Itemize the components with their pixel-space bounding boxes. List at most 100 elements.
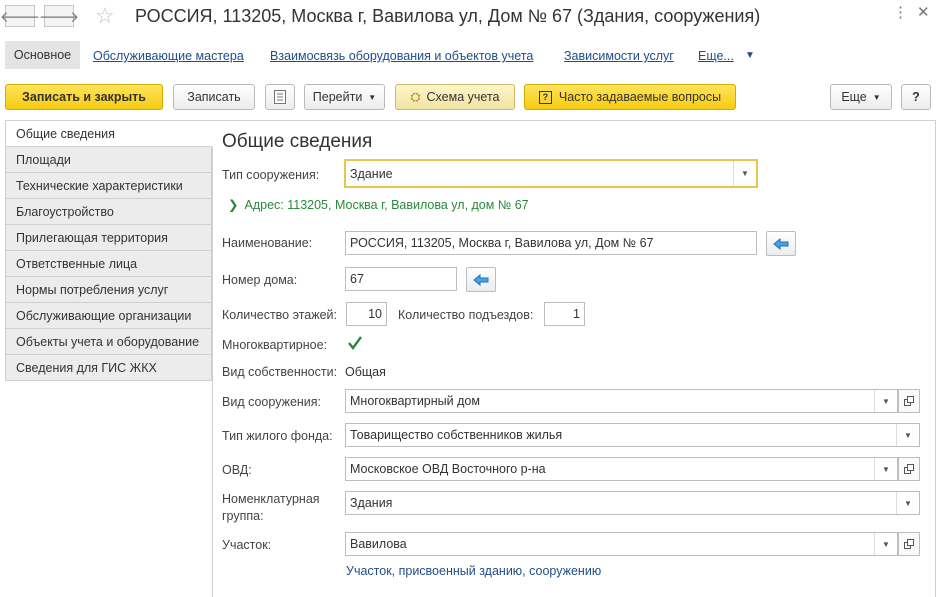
star-icon[interactable]: ☆ (95, 3, 115, 29)
sidebar-item-territory[interactable]: Прилегающая территория (5, 225, 212, 251)
arrow-left-blue-icon (473, 273, 489, 286)
sidebar-item-improvement[interactable]: Благоустройство (5, 199, 212, 225)
save-button[interactable]: Записать (173, 84, 255, 110)
save-close-button[interactable]: Записать и закрыть (5, 84, 163, 110)
plot-link[interactable]: Участок, присвоенный зданию, сооружению (346, 564, 601, 578)
section-tabs: Основное Обслуживающие мастера Взаимосвя… (0, 38, 941, 72)
sidebar-item-organizations[interactable]: Обслуживающие организации (5, 303, 212, 329)
open-icon (904, 464, 914, 474)
list-icon (274, 90, 286, 104)
sidebar-item-gis[interactable]: Сведения для ГИС ЖКХ (5, 355, 212, 381)
open-kind-button[interactable] (898, 389, 920, 413)
tab-dependencies[interactable]: Зависимости услуг (564, 49, 674, 63)
open-icon (904, 396, 914, 406)
sidebar-item-areas[interactable]: Площади (5, 147, 212, 173)
kind-label: Вид сооружения: (222, 395, 322, 409)
scheme-button[interactable]: ⛭ Схема учета (395, 84, 515, 110)
chevron-right-icon: ❯ (228, 198, 239, 212)
name-label: Наименование: (222, 236, 313, 250)
plot-select[interactable]: Вавилова ▼ (345, 532, 898, 556)
open-ovd-button[interactable] (898, 457, 920, 481)
structure-type-select[interactable]: Здание ▼ (344, 159, 758, 188)
content-border-right (935, 120, 936, 597)
nomen-select[interactable]: Здания ▼ (345, 491, 920, 515)
address-text: Адрес: 113205, Москва г, Вавилова ул, до… (244, 198, 529, 212)
dropdown-icon[interactable]: ▼ (733, 161, 756, 186)
window-title: РОССИЯ, 113205, Москва г, Вавилова ул, Д… (135, 6, 761, 26)
open-plot-button[interactable] (898, 532, 920, 556)
sidebar-item-tech[interactable]: Технические характеристики (5, 173, 212, 199)
entrances-label: Количество подъездов: (398, 308, 534, 322)
tab-masters[interactable]: Обслуживающие мастера (93, 49, 244, 63)
more-label: Еще (841, 90, 867, 104)
nomen-label-1: Номенклатурная (222, 492, 320, 506)
content-border-left (212, 147, 213, 597)
ownership-value: Общая (345, 365, 386, 379)
floors-input[interactable]: 10 (346, 302, 387, 326)
ownership-label: Вид собственности: (222, 365, 338, 379)
help-button[interactable]: ? (901, 84, 931, 110)
name-input[interactable]: РОССИЯ, 113205, Москва г, Вавилова ул, Д… (345, 231, 757, 255)
faq-label: Часто задаваемые вопросы (558, 90, 722, 104)
checkmark-icon (348, 336, 362, 350)
sidebar-item-equipment[interactable]: Объекты учета и оборудование (5, 329, 212, 355)
back-button[interactable]: 🡐 (0, 5, 40, 27)
structure-type-value: Здание (350, 166, 393, 181)
scheme-icon: ⛭ (410, 89, 421, 104)
plot-label: Участок: (222, 538, 272, 552)
sidebar-item-general[interactable]: Общие сведения (5, 120, 212, 147)
sidebar-item-norms[interactable]: Нормы потребления услуг (5, 277, 212, 303)
kebab-icon[interactable]: ⋮ (893, 3, 908, 21)
caret-down-icon: ▼ (872, 92, 881, 102)
scheme-label: Схема учета (426, 90, 500, 104)
arrow-left-blue-icon (773, 237, 789, 250)
apartment-label: Многоквартирное: (222, 338, 328, 352)
apartment-checkbox[interactable] (346, 334, 364, 352)
tab-relations[interactable]: Взаимосвязь оборудования и объектов учет… (270, 49, 533, 63)
floors-value: 10 (368, 307, 382, 321)
question-icon: ? (538, 90, 552, 104)
goto-button[interactable]: Перейти ▼ (304, 84, 385, 110)
kind-select[interactable]: Многоквартирный дом ▼ (345, 389, 898, 413)
faq-button[interactable]: ? Часто задаваемые вопросы (524, 84, 736, 110)
goto-label: Перейти (312, 90, 363, 104)
dropdown-icon[interactable]: ▼ (874, 390, 897, 412)
arrow-right-icon: 🡒 (38, 8, 80, 26)
ovd-value: Московское ОВД Восточного р-на (350, 462, 546, 476)
tab-main[interactable]: Основное (5, 41, 80, 69)
structure-type-label: Тип сооружения: (222, 168, 320, 182)
house-label: Номер дома: (222, 273, 298, 287)
open-icon (904, 539, 914, 549)
content-border-top (212, 120, 936, 121)
chevron-down-icon[interactable]: ▼ (745, 50, 755, 61)
dropdown-icon[interactable]: ▼ (896, 424, 919, 446)
ovd-label: ОВД: (222, 463, 252, 477)
fill-house-button[interactable] (466, 267, 496, 292)
more-button[interactable]: Еще ▼ (830, 84, 892, 110)
fund-value: Товарищество собственников жилья (350, 428, 563, 442)
floors-label: Количество этажей: (222, 308, 338, 322)
forward-button[interactable]: 🡒 (39, 5, 79, 27)
dropdown-icon[interactable]: ▼ (874, 458, 897, 480)
entrances-input[interactable]: 1 (544, 302, 585, 326)
tab-more[interactable]: Еще... (698, 49, 734, 63)
fund-select[interactable]: Товарищество собственников жилья ▼ (345, 423, 920, 447)
fund-label: Тип жилого фонда: (222, 429, 333, 443)
nomen-value: Здания (350, 496, 393, 510)
fill-name-button[interactable] (766, 231, 796, 256)
address-link[interactable]: ❯ Адрес: 113205, Москва г, Вавилова ул, д… (228, 197, 529, 212)
kind-value: Многоквартирный дом (350, 394, 480, 408)
sidebar-item-responsible[interactable]: Ответственные лица (5, 251, 212, 277)
sidebar-nav: Общие сведения Площади Технические харак… (5, 120, 212, 381)
plot-value: Вавилова (350, 537, 407, 551)
entrances-value: 1 (573, 307, 580, 321)
dropdown-icon[interactable]: ▼ (874, 533, 897, 555)
document-list-button[interactable] (265, 84, 295, 110)
page-title: Общие сведения (222, 131, 373, 152)
house-input[interactable]: 67 (345, 267, 457, 291)
nomen-label-2: группа: (222, 509, 264, 523)
arrow-left-icon: 🡐 (0, 8, 41, 26)
close-icon[interactable]: ✕ (917, 3, 930, 21)
ovd-select[interactable]: Московское ОВД Восточного р-на ▼ (345, 457, 898, 481)
dropdown-icon[interactable]: ▼ (896, 492, 919, 514)
